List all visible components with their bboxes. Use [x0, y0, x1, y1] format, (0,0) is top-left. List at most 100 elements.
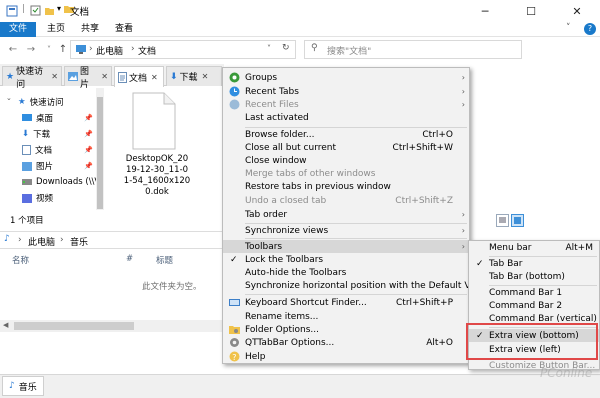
menu-item-label: Undo a closed tab [245, 195, 327, 206]
menu-item-label: Tab order [245, 209, 288, 220]
collapse-arrow-icon[interactable]: ⌄ [6, 94, 12, 102]
tab-share[interactable]: 共享 [74, 22, 106, 37]
submenu-item-tab-bar-bottom[interactable]: Tab Bar (bottom) [469, 270, 599, 283]
new-folder-icon[interactable] [44, 5, 55, 16]
app-icon[interactable] [6, 5, 18, 17]
svg-text:?: ? [232, 353, 236, 362]
submenu-item-command-bar-2[interactable]: Command Bar 2 [469, 299, 599, 312]
large-icons-view-icon[interactable] [511, 214, 524, 227]
qat-dropdown-icon[interactable]: ▾ [57, 4, 61, 13]
menu-item-sync-horizontal-position[interactable]: Synchronize horizontal position with the… [223, 279, 486, 292]
menu-item-tab-order[interactable]: Tab order › [223, 208, 469, 221]
column-name[interactable]: 名称 [12, 254, 29, 266]
details-view-icon[interactable] [496, 214, 509, 227]
tab-view[interactable]: 查看 [108, 22, 140, 37]
recent-tabs-icon [229, 86, 240, 97]
close-button[interactable]: ✕ [554, 0, 600, 22]
refresh-icon[interactable]: ↻ [282, 43, 290, 53]
nav-item-videos[interactable]: 视频 [22, 190, 53, 206]
crumb-music[interactable]: 音乐 [70, 235, 88, 248]
menu-separator [245, 238, 467, 239]
submenu-item-command-bar-1[interactable]: Command Bar 1 [469, 286, 599, 299]
qt-tab-documents[interactable]: 文档 ✕ [114, 66, 164, 87]
up-icon[interactable]: ↑ [56, 41, 70, 57]
menu-item-folder-options[interactable]: Folder Options... [223, 323, 469, 336]
menu-item-undo-closed-tab[interactable]: Undo a closed tab Ctrl+Shift+Z [223, 194, 469, 207]
menu-item-browse-folder[interactable]: Browse folder... Ctrl+O [223, 128, 469, 141]
column-title[interactable]: 标题 [156, 254, 173, 266]
menu-item-keyboard-shortcut-finder[interactable]: Keyboard Shortcut Finder... Ctrl+Shift+P [223, 296, 469, 309]
nav-item-quick-access[interactable]: ★ 快速访问 [18, 94, 64, 110]
menu-item-lock-toolbars[interactable]: ✓ Lock the Toolbars [223, 253, 469, 266]
search-placeholder: 搜索"文档" [327, 47, 372, 57]
menu-item-toolbars[interactable]: Toolbars › [223, 240, 469, 253]
submenu-item-menu-bar[interactable]: Menu bar Alt+M [469, 241, 599, 254]
highlight-annotation-box [466, 323, 598, 360]
menu-item-groups[interactable]: Groups › [223, 71, 469, 84]
download-icon: ⬇ [170, 71, 178, 82]
menu-item-merge-tabs[interactable]: Merge tabs of other windows [223, 167, 469, 180]
groups-icon [229, 72, 240, 83]
menu-item-auto-hide-toolbars[interactable]: Auto-hide the Toolbars [223, 266, 469, 279]
nav-item-pictures[interactable]: 图片 [22, 158, 53, 174]
menu-item-label: QTTabBar Options... [245, 337, 335, 348]
menu-item-label: Close window [245, 155, 307, 166]
horizontal-scrollbar-thumb[interactable] [14, 322, 134, 330]
close-tab-icon[interactable]: ✕ [51, 72, 58, 81]
ribbon-expand-icon[interactable]: ˅ [566, 23, 571, 33]
watermark: PConline [540, 366, 593, 380]
extra-view-address-bar[interactable]: ♪ › 此电脑 › 音乐 [0, 231, 224, 249]
address-dropdown-icon[interactable]: ˅ [267, 44, 271, 53]
close-tab-icon[interactable]: ✕ [151, 73, 158, 82]
qt-tab-label: 快速访问 [16, 66, 44, 90]
tab-file[interactable]: 文件 [0, 22, 36, 37]
nav-item-network-downloads[interactable]: Downloads (\\V [22, 174, 100, 190]
menu-item-label: Auto-hide the Toolbars [245, 267, 347, 278]
submenu-item-label: Menu bar [489, 242, 532, 253]
search-input[interactable]: ⚲ 搜索"文档" [304, 40, 522, 59]
menu-item-close-all-but-current[interactable]: Close all but current Ctrl+Shift+W [223, 141, 469, 154]
qt-tab-quick-access[interactable]: ★ 快速访问 ✕ [2, 66, 62, 90]
crumb-documents[interactable]: 文档 [138, 44, 156, 57]
bottom-tab-bar [0, 374, 600, 398]
nav-scrollbar-thumb[interactable] [97, 97, 103, 209]
recent-locations-icon[interactable]: ˅ [42, 41, 56, 57]
minimize-button[interactable]: ─ [462, 0, 508, 22]
music-icon: ♪ [4, 234, 10, 244]
close-tab-icon[interactable]: ✕ [202, 72, 209, 81]
nav-item-desktop[interactable]: 桌面 [22, 110, 53, 126]
column-number[interactable]: # [126, 254, 133, 264]
nav-item-downloads[interactable]: ⬇ 下载 [22, 126, 50, 142]
tab-home[interactable]: 主页 [40, 22, 72, 37]
bottom-tab-music[interactable]: ♪ 音乐 [2, 376, 44, 396]
menu-item-synchronize-views[interactable]: Synchronize views › [223, 224, 469, 237]
nav-item-documents[interactable]: 文档 [22, 142, 52, 158]
pin-icon: 📌 [84, 162, 93, 170]
file-name[interactable]: DesktopOK_20 19-12-30_11-0 1-54_1600x120… [118, 154, 196, 198]
help-icon[interactable]: ? [584, 23, 596, 35]
menu-item-close-window[interactable]: Close window [223, 154, 469, 167]
menu-item-qttabbar-options[interactable]: QTTabBar Options... Alt+O [223, 336, 469, 349]
address-row: ← → ˅ ↑ › 此电脑 › 文档 ˅ ↻ ⚲ 搜索"文档" [0, 37, 600, 62]
address-bar[interactable]: › 此电脑 › 文档 ˅ ↻ [70, 40, 296, 59]
star-icon: ★ [6, 71, 15, 82]
submenu-item-label: Tab Bar [489, 258, 523, 269]
back-icon[interactable]: ← [6, 41, 20, 57]
menu-item-recent-tabs[interactable]: Recent Tabs › [223, 85, 469, 98]
crumb-this-pc[interactable]: 此电脑 [28, 235, 55, 248]
properties-icon[interactable] [30, 5, 41, 16]
menu-item-help[interactable]: ? Help [223, 350, 469, 363]
menu-item-restore-tabs[interactable]: Restore tabs in previous window [223, 180, 469, 193]
menu-item-last-activated[interactable]: Last activated [223, 111, 469, 124]
menu-item-rename-items[interactable]: Rename items... [223, 310, 469, 323]
scroll-left-icon[interactable]: ◀ [3, 321, 8, 329]
qt-tab-downloads[interactable]: ⬇ 下载 ✕ [166, 66, 222, 86]
maximize-button[interactable]: ☐ [508, 0, 554, 22]
forward-icon[interactable]: → [24, 41, 38, 57]
menu-item-recent-files[interactable]: Recent Files › [223, 98, 469, 111]
qt-tab-pictures[interactable]: 图片 ✕ [64, 66, 112, 90]
crumb-this-pc[interactable]: 此电脑 [96, 44, 123, 57]
checkmark-icon: ✓ [476, 258, 484, 269]
submenu-item-tab-bar[interactable]: ✓ Tab Bar [469, 257, 599, 270]
close-tab-icon[interactable]: ✕ [101, 72, 108, 81]
